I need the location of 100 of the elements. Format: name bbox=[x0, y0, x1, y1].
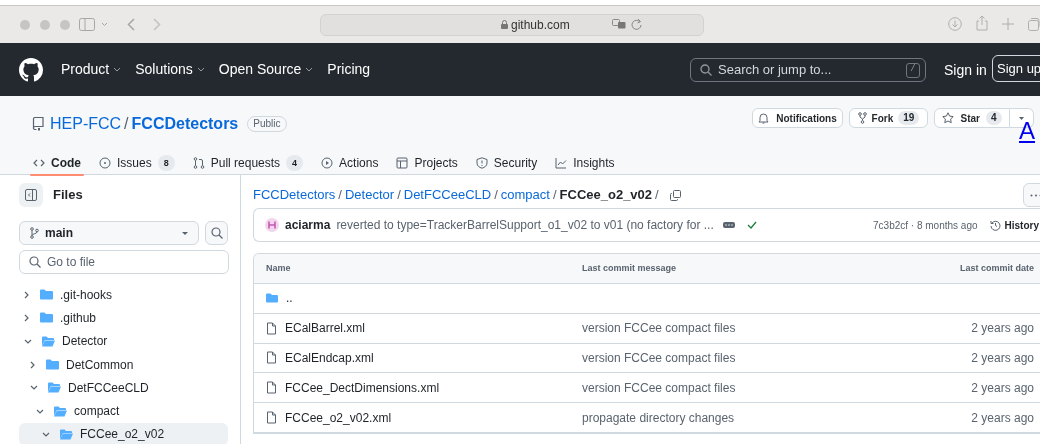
nav-menu-item[interactable]: Solutions bbox=[135, 59, 205, 80]
breadcrumb-link[interactable]: DetFCCeeCLD bbox=[403, 185, 492, 205]
commit-date: 2 years ago bbox=[971, 379, 1034, 397]
back-icon[interactable] bbox=[127, 18, 135, 31]
fork-button[interactable]: Fork 19 bbox=[849, 108, 928, 128]
lock-icon bbox=[501, 20, 508, 29]
commit-message-link[interactable]: version FCCee compact files bbox=[582, 349, 736, 367]
open-folder-icon bbox=[60, 428, 73, 440]
url-text: github.com bbox=[511, 17, 570, 33]
sign-up-button[interactable]: Sign up bbox=[992, 55, 1040, 82]
file-icon bbox=[266, 411, 277, 425]
history-button[interactable]: History bbox=[989, 217, 1039, 233]
current-folder-name: FCCee_o2_v02 bbox=[559, 186, 653, 205]
window-controls-icon[interactable] bbox=[20, 20, 72, 30]
chevron-right-icon bbox=[24, 290, 29, 299]
path-separator: / bbox=[124, 114, 129, 134]
tab[interactable]: Issues 8 bbox=[96, 150, 178, 175]
text-link[interactable]: A bbox=[1019, 118, 1035, 144]
commit-date: 2 years ago bbox=[971, 350, 1034, 367]
collapse-sidebar-button[interactable] bbox=[19, 183, 43, 207]
chevron-down-icon bbox=[196, 67, 205, 72]
breadcrumb-link[interactable]: compact bbox=[500, 185, 550, 205]
file-name-link[interactable]: ECalEndcap.xml bbox=[285, 349, 374, 367]
go-to-file-field[interactable]: Go to file bbox=[19, 250, 229, 274]
caret-icon bbox=[1019, 116, 1024, 120]
tab[interactable]: Security bbox=[472, 150, 541, 175]
tree-item[interactable]: FCCee_o2_v02 bbox=[19, 422, 228, 444]
copy-icon[interactable] bbox=[669, 189, 681, 201]
breadcrumb-link[interactable]: FCCDetectors bbox=[253, 185, 336, 205]
play-icon bbox=[321, 156, 334, 169]
share-icon[interactable] bbox=[976, 15, 988, 31]
file-icon bbox=[266, 351, 277, 365]
address-bar[interactable] bbox=[320, 14, 704, 36]
repository-icon bbox=[32, 117, 44, 131]
path-separator: / bbox=[552, 186, 557, 205]
commit-message-link[interactable]: version FCCee compact files bbox=[582, 378, 736, 397]
folder-icon bbox=[46, 359, 59, 371]
commit-date: 2 years ago bbox=[971, 409, 1034, 427]
check-icon[interactable] bbox=[746, 221, 757, 229]
new-tab-icon[interactable] bbox=[1002, 18, 1014, 30]
owner-link[interactable]: HEP-FCC bbox=[50, 112, 122, 136]
octocat-logo-icon[interactable] bbox=[19, 57, 43, 82]
path-separator: / bbox=[494, 186, 498, 205]
search-field[interactable]: Search or jump to... / bbox=[690, 58, 926, 82]
sign-in-link[interactable]: Sign in bbox=[944, 60, 987, 81]
tabs-overview-icon[interactable] bbox=[1028, 17, 1040, 31]
tab[interactable]: Pull requests 4 bbox=[189, 150, 307, 175]
commit-message-link[interactable]: version FCCee compact files bbox=[582, 319, 736, 338]
column-header: Last commit date bbox=[959, 261, 1034, 275]
repository-name-link[interactable]: FCCDetectors bbox=[131, 112, 239, 136]
tree-item[interactable]: compact bbox=[19, 399, 228, 423]
fork-count: 19 bbox=[898, 111, 920, 125]
reload-icon[interactable] bbox=[631, 18, 642, 30]
tab[interactable]: Insights bbox=[552, 150, 618, 175]
parent-directory-link[interactable]: .. bbox=[286, 289, 293, 308]
nav-menu-item[interactable]: Pricing bbox=[327, 59, 371, 80]
commit-message-link[interactable]: propagate directory changes bbox=[582, 408, 735, 427]
sidebar-icon bbox=[25, 189, 37, 201]
chevron-down-icon bbox=[36, 408, 44, 414]
expand-message-button[interactable] bbox=[722, 222, 735, 228]
history-icon bbox=[989, 219, 1001, 231]
forward-icon[interactable] bbox=[153, 18, 161, 31]
translate-icon[interactable] bbox=[612, 19, 626, 29]
file-name-link[interactable]: ECalBarrel.xml bbox=[285, 319, 365, 338]
folder-icon bbox=[40, 312, 53, 324]
tree-item[interactable]: DetFCCeeCLD bbox=[19, 376, 228, 400]
notifications-button[interactable]: Notifications bbox=[752, 108, 843, 128]
ellipsis-icon bbox=[1030, 193, 1040, 197]
search-button[interactable] bbox=[205, 221, 228, 245]
chevron-right-icon bbox=[30, 360, 35, 369]
path-separator: / bbox=[397, 186, 401, 205]
tab[interactable]: Code bbox=[30, 150, 84, 175]
star-button[interactable]: Star 4 bbox=[934, 108, 1010, 128]
nav-menu-item[interactable]: Open Source bbox=[218, 59, 314, 80]
tab[interactable]: Projects bbox=[393, 150, 461, 175]
commit-hash-time[interactable]: 7c3b2cf · 8 months ago bbox=[873, 217, 978, 233]
tree-item[interactable]: .github bbox=[19, 306, 228, 330]
sidebar-icon[interactable] bbox=[79, 18, 95, 31]
commit-date: 2 years ago bbox=[971, 320, 1034, 338]
tree-item[interactable]: .git-hooks bbox=[19, 283, 228, 307]
path-separator: / bbox=[655, 186, 659, 205]
file-name-link[interactable]: FCCee_o2_v02.xml bbox=[285, 408, 392, 427]
author-link[interactable]: aciarma bbox=[285, 216, 331, 234]
chevron-down-icon bbox=[113, 67, 122, 72]
tab[interactable]: Actions bbox=[318, 150, 382, 175]
file-name-link[interactable]: FCCee_DectDimensions.xml bbox=[285, 378, 440, 397]
column-header: Name bbox=[266, 261, 292, 275]
fork-icon bbox=[857, 112, 867, 124]
tree-item[interactable]: DetCommon bbox=[19, 352, 228, 377]
download-icon[interactable] bbox=[948, 17, 962, 31]
bell-icon bbox=[758, 112, 770, 124]
breadcrumb-link[interactable]: Detector bbox=[345, 185, 395, 205]
branch-icon bbox=[30, 227, 39, 239]
tree-item[interactable]: Detector bbox=[19, 329, 228, 353]
star-count: 4 bbox=[985, 111, 1002, 125]
commit-message-link[interactable]: reverted to type=TrackerBarrelSupport_o1_v02 to v01 (no factory for ... bbox=[336, 216, 714, 234]
shield-icon bbox=[475, 156, 488, 169]
nav-menu-item[interactable]: Product bbox=[61, 59, 122, 80]
chevron-down-icon[interactable] bbox=[101, 22, 108, 27]
branch-select[interactable]: main bbox=[19, 221, 200, 245]
